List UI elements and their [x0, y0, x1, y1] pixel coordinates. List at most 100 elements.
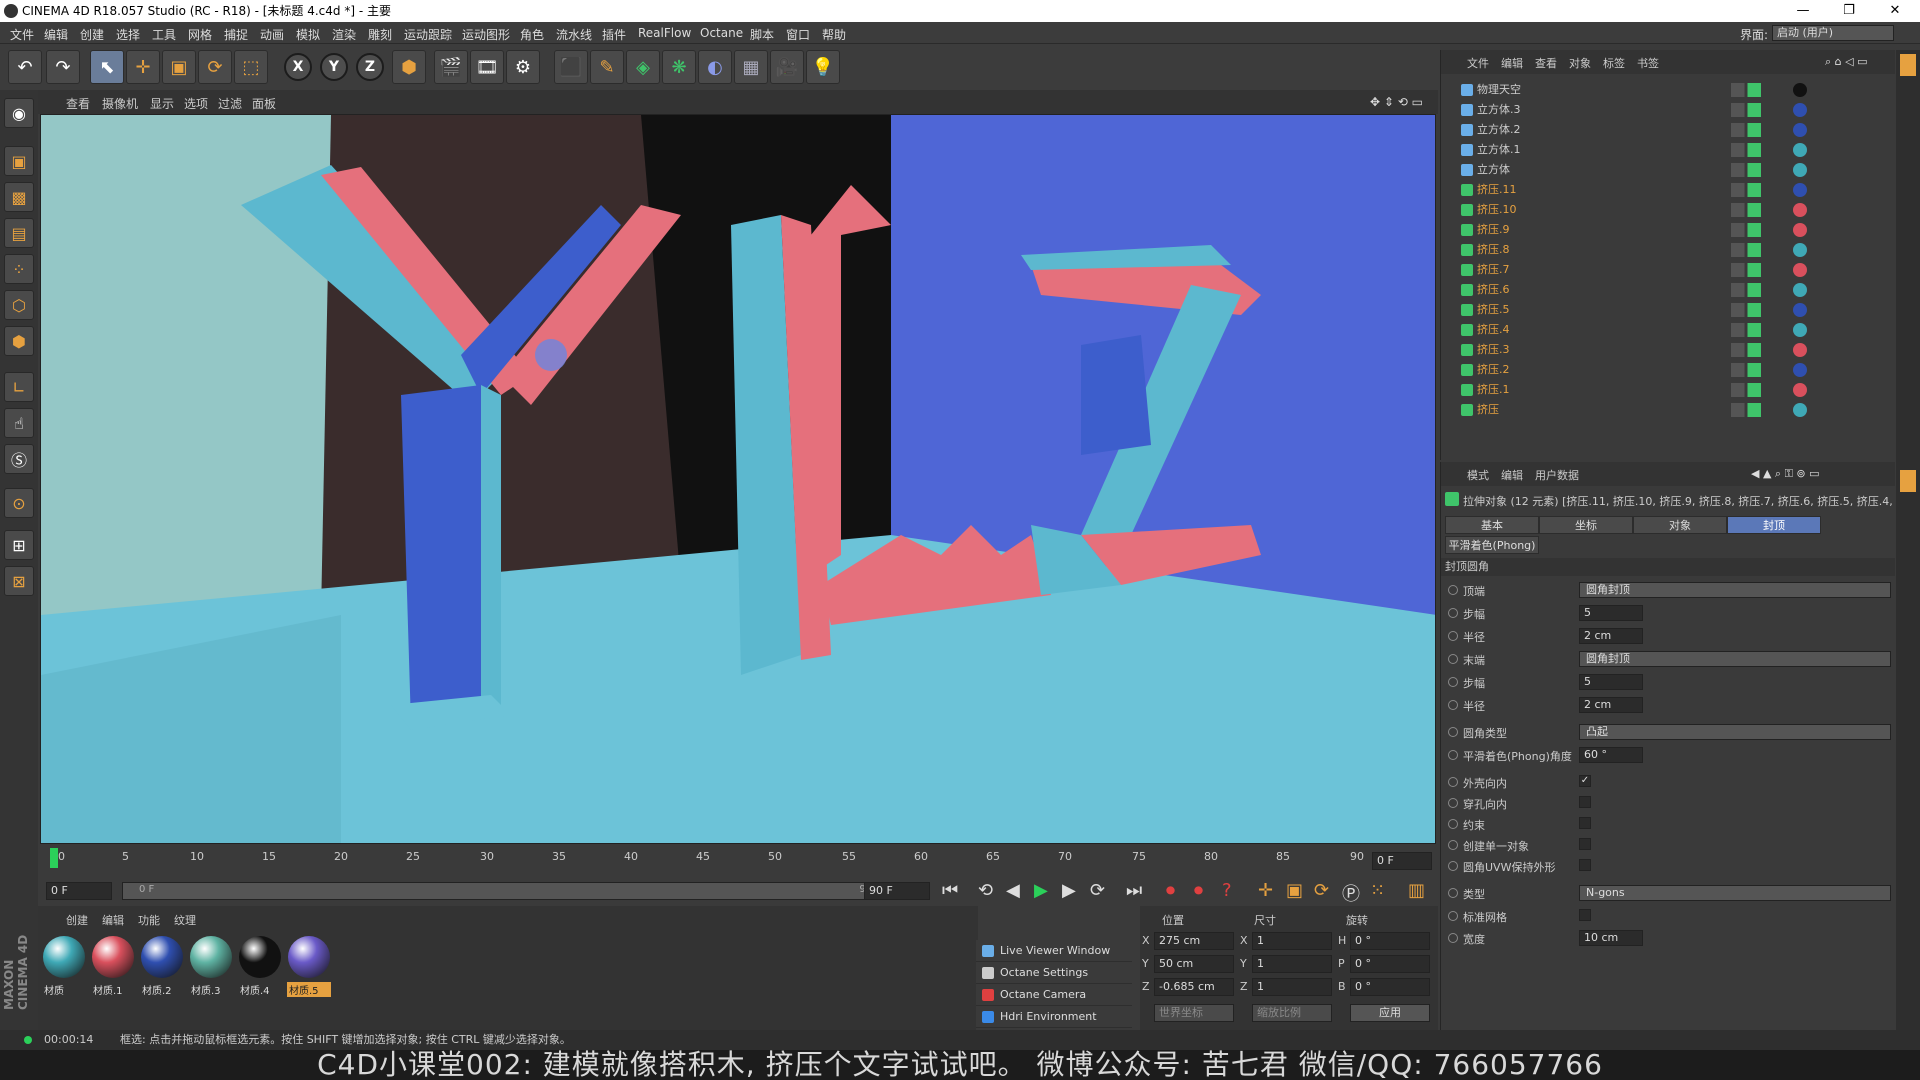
- workplane-icon[interactable]: ▤: [4, 218, 34, 248]
- attribute-dropdown[interactable]: 凸起: [1579, 724, 1891, 740]
- position-z-field[interactable]: -0.685 cm: [1154, 978, 1234, 996]
- mat-menu-edit[interactable]: 编辑: [102, 912, 124, 928]
- timeline-ruler[interactable]: 0 5 10 15 20 25 30 35 40 45 50 55 60 65 …: [38, 846, 1438, 876]
- make-editable-icon[interactable]: ◉: [4, 98, 34, 128]
- octane-settings-item[interactable]: Octane Settings: [976, 962, 1132, 984]
- play-icon[interactable]: ▶: [1034, 880, 1048, 901]
- quantize-icon[interactable]: ⊠: [4, 566, 34, 596]
- timeline-window-icon[interactable]: ▥: [1408, 880, 1425, 901]
- material-tag-icon[interactable]: [1793, 403, 1807, 417]
- object-row[interactable]: 立方体.2: [1441, 120, 1895, 140]
- render-view-icon[interactable]: 🎬: [434, 50, 468, 84]
- menu-realflow[interactable]: RealFlow: [638, 26, 691, 40]
- render-settings-icon[interactable]: ⚙: [506, 50, 540, 84]
- model-mode-icon[interactable]: ▣: [4, 146, 34, 176]
- object-row[interactable]: 挤压.8: [1441, 240, 1895, 260]
- material-tag-icon[interactable]: [1793, 323, 1807, 337]
- viewport-menu-options[interactable]: 选项: [184, 95, 208, 112]
- autokey-icon[interactable]: ⏺: [1194, 880, 1203, 901]
- visibility-flags-icon[interactable]: [1731, 123, 1761, 137]
- polygons-mode-icon[interactable]: ⬢: [4, 326, 34, 356]
- menu-sculpt[interactable]: 雕刻: [368, 26, 392, 43]
- object-row[interactable]: 挤压.7: [1441, 260, 1895, 280]
- animate-dot-icon[interactable]: [1448, 585, 1458, 595]
- position-y-field[interactable]: 50 cm: [1154, 955, 1234, 973]
- material-tag-icon[interactable]: [1793, 343, 1807, 357]
- menu-simulate[interactable]: 模拟: [296, 26, 320, 43]
- menu-tools[interactable]: 工具: [152, 26, 176, 43]
- snap-icon[interactable]: ⊙: [4, 488, 34, 518]
- attribute-dropdown[interactable]: N-gons: [1579, 885, 1891, 901]
- side-tab-attributes[interactable]: [1900, 470, 1916, 492]
- animate-dot-icon[interactable]: [1448, 654, 1458, 664]
- step-forward-icon[interactable]: ▶: [1062, 880, 1076, 901]
- tweak-mode-icon[interactable]: ☝: [4, 408, 34, 438]
- spline-pen-icon[interactable]: ✎: [590, 50, 624, 84]
- animate-dot-icon[interactable]: [1448, 677, 1458, 687]
- mat-menu-function[interactable]: 功能: [138, 912, 160, 928]
- visibility-flags-icon[interactable]: [1731, 383, 1761, 397]
- animate-dot-icon[interactable]: [1448, 700, 1458, 710]
- floor-icon[interactable]: ▦: [734, 50, 768, 84]
- loop-icon[interactable]: ⟲: [978, 880, 993, 901]
- select-tool-icon[interactable]: ⬉: [90, 50, 124, 84]
- viewport-menu-panel[interactable]: 面板: [252, 95, 276, 112]
- key-parameter-icon[interactable]: Ⓟ: [1342, 880, 1360, 906]
- material-tag-icon[interactable]: [1793, 223, 1807, 237]
- material-tag-icon[interactable]: [1793, 283, 1807, 297]
- start-frame-field[interactable]: 0 F: [46, 882, 112, 900]
- rotate-tool-icon[interactable]: ⟳: [198, 50, 232, 84]
- tab-basic[interactable]: 基本: [1445, 516, 1539, 534]
- mat-menu-texture[interactable]: 纹理: [174, 912, 196, 928]
- material-tag-icon[interactable]: [1793, 83, 1807, 97]
- rotation-p-field[interactable]: 0 °: [1350, 955, 1430, 973]
- menu-edit[interactable]: 编辑: [44, 26, 68, 43]
- material-tag-icon[interactable]: [1793, 143, 1807, 157]
- object-row[interactable]: 挤压.1: [1441, 380, 1895, 400]
- attribute-checkbox[interactable]: [1579, 796, 1591, 808]
- obj-menu-view[interactable]: 查看: [1535, 55, 1557, 71]
- workplane-lock-icon[interactable]: ⊞: [4, 530, 34, 560]
- octane-live-viewer-item[interactable]: Live Viewer Window: [976, 940, 1132, 962]
- side-tab-active[interactable]: [1900, 54, 1916, 76]
- material-tag-icon[interactable]: [1793, 123, 1807, 137]
- attr-nav-icons[interactable]: ◀ ▲ ⌕ ⚿ ⊚ ▭: [1751, 467, 1820, 481]
- attribute-dropdown[interactable]: 圆角封顶: [1579, 582, 1891, 598]
- go-to-end-icon[interactable]: ⏭: [1126, 880, 1142, 901]
- tab-caps[interactable]: 封顶: [1727, 516, 1821, 534]
- size-y-field[interactable]: 1: [1252, 955, 1332, 973]
- key-pla-icon[interactable]: ⁙: [1370, 880, 1385, 901]
- attribute-number-field[interactable]: 10 cm: [1579, 930, 1643, 946]
- obj-menu-edit[interactable]: 编辑: [1501, 55, 1523, 71]
- material-tag-icon[interactable]: [1793, 183, 1807, 197]
- record-icon[interactable]: ⏺: [1166, 880, 1175, 901]
- viewport-menu-view[interactable]: 查看: [66, 95, 90, 112]
- menu-create[interactable]: 创建: [80, 26, 104, 43]
- deformer-icon[interactable]: ◐: [698, 50, 732, 84]
- menu-window[interactable]: 窗口: [786, 26, 810, 43]
- size-x-field[interactable]: 1: [1252, 932, 1332, 950]
- menu-motion-tracking[interactable]: 运动跟踪: [404, 26, 452, 43]
- viewport-menu-display[interactable]: 显示: [150, 95, 174, 112]
- attribute-checkbox[interactable]: ✓: [1579, 775, 1591, 787]
- undo-icon[interactable]: ↶: [8, 50, 42, 84]
- visibility-flags-icon[interactable]: [1731, 183, 1761, 197]
- visibility-flags-icon[interactable]: [1731, 323, 1761, 337]
- attribute-number-field[interactable]: 2 cm: [1579, 697, 1643, 713]
- edges-mode-icon[interactable]: ⬡: [4, 290, 34, 320]
- attribute-checkbox[interactable]: [1579, 859, 1591, 871]
- coordinate-mode-select[interactable]: 世界坐标: [1154, 1004, 1234, 1022]
- coordinate-system-icon[interactable]: ⬢: [392, 50, 426, 84]
- tab-object[interactable]: 对象: [1633, 516, 1727, 534]
- object-row[interactable]: 挤压.5: [1441, 300, 1895, 320]
- solo-mode-icon[interactable]: Ⓢ: [4, 444, 34, 474]
- object-row[interactable]: 物理天空: [1441, 80, 1895, 100]
- object-row[interactable]: 挤压.3: [1441, 340, 1895, 360]
- attribute-checkbox[interactable]: [1579, 817, 1591, 829]
- mat-menu-create[interactable]: 创建: [66, 912, 88, 928]
- animate-dot-icon[interactable]: [1448, 819, 1458, 829]
- x-axis-lock-button[interactable]: X: [284, 53, 312, 81]
- object-row[interactable]: 挤压.10: [1441, 200, 1895, 220]
- menu-character[interactable]: 角色: [520, 26, 544, 43]
- material-swatch[interactable]: 材质: [42, 936, 86, 997]
